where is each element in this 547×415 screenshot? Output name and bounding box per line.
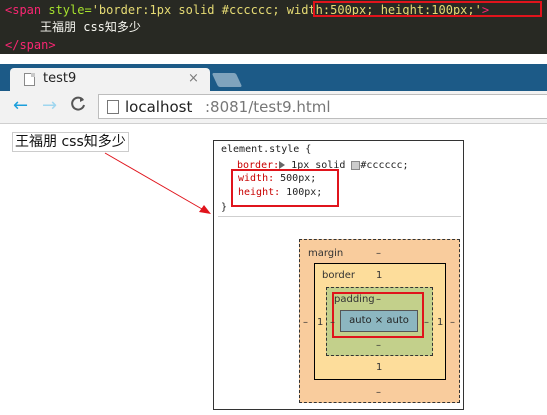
tab-title: test9	[43, 71, 77, 86]
devtools-panel: element.style { border: 1px solid #ccccc…	[213, 140, 464, 410]
browser-titlebar: test9 ×	[0, 64, 547, 91]
border-right: 1	[437, 317, 444, 328]
code-line-3: </span>	[5, 38, 56, 52]
rules-highlight-box	[231, 169, 339, 207]
margin-top: –	[376, 248, 381, 259]
page-content: 王福朋 css知多少 element.style { border: 1px s…	[0, 124, 547, 415]
reload-icon[interactable]	[70, 96, 86, 117]
margin-bottom: –	[376, 387, 381, 398]
divider	[218, 216, 461, 217]
sample-span: 王福朋 css知多少	[12, 132, 129, 152]
forward-icon[interactable]: →	[42, 96, 57, 116]
close-brace: }	[221, 202, 228, 213]
padding-left: –	[330, 317, 335, 328]
tab-close-icon[interactable]: ×	[188, 71, 199, 86]
url-host: localhost	[125, 98, 193, 116]
margin-right: –	[450, 317, 455, 328]
style-selector: element.style {	[221, 144, 312, 155]
new-tab-button[interactable]	[211, 73, 243, 87]
margin-label: margin	[308, 248, 344, 259]
code-snippet: <span style='border:1px solid #cccccc; w…	[0, 0, 547, 54]
padding-label: padding	[334, 294, 375, 305]
code-line-2: 王福朋 css知多少	[40, 20, 141, 34]
padding-bottom: –	[376, 340, 381, 351]
spacer	[0, 54, 547, 64]
code-highlight-box	[313, 1, 542, 17]
url-page-icon	[107, 100, 119, 114]
address-bar[interactable]: localhost :8081/test9.html	[98, 94, 547, 119]
padding-right: –	[424, 317, 429, 328]
border-left: 1	[317, 317, 324, 328]
url-path: :8081/test9.html	[205, 98, 331, 116]
border-label: border	[322, 270, 356, 281]
browser-toolbar: ← → localhost :8081/test9.html	[0, 91, 547, 124]
border-bottom: 1	[376, 362, 383, 373]
margin-left: –	[303, 317, 308, 328]
border-top: 1	[376, 270, 383, 281]
browser-tab[interactable]: test9 ×	[10, 68, 210, 91]
padding-top: –	[376, 294, 381, 305]
back-icon[interactable]: ←	[13, 96, 28, 116]
page-icon	[24, 73, 35, 86]
